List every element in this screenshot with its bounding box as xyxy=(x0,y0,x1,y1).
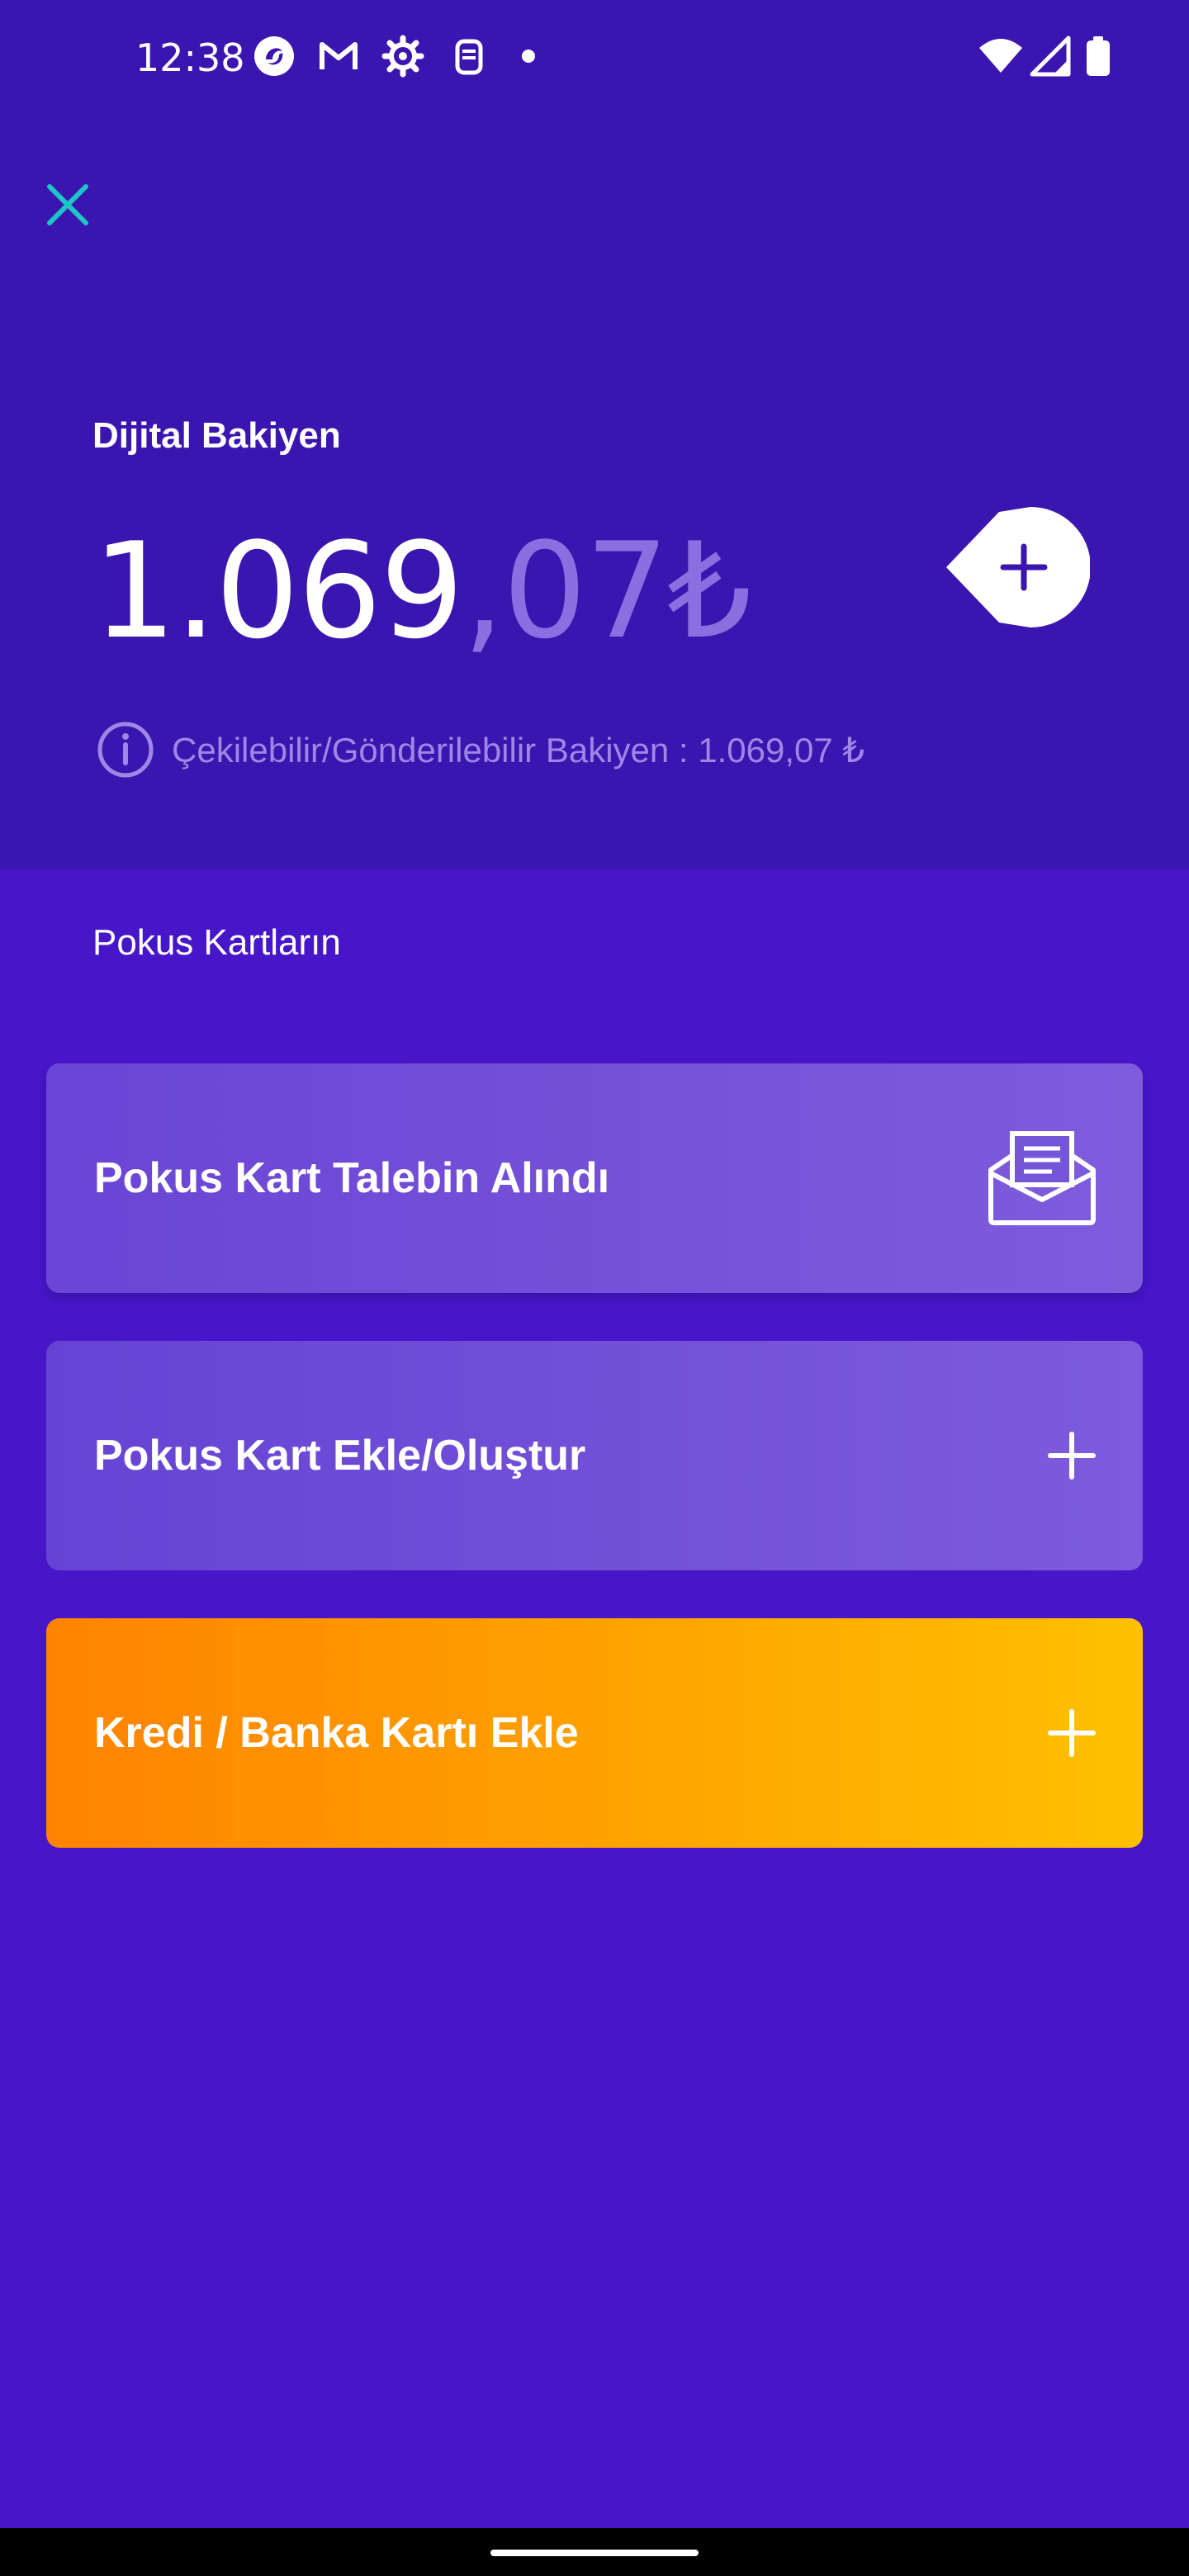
gmail-icon xyxy=(320,42,358,69)
plus-icon xyxy=(1048,1709,1096,1757)
status-time: 12:38 xyxy=(135,36,245,80)
info-icon xyxy=(97,722,154,778)
card-label: Kredi / Banka Kartı Ekle xyxy=(94,1709,579,1757)
wifi-icon xyxy=(979,39,1022,73)
cellular-signal-icon xyxy=(1030,36,1071,77)
battery-icon xyxy=(1087,36,1110,76)
add-create-pokus-card-button[interactable]: Pokus Kart Ekle/Oluştur xyxy=(46,1341,1143,1570)
home-indicator[interactable] xyxy=(490,2550,699,2556)
balance-decimal: ,07₺ xyxy=(462,514,751,668)
close-icon[interactable] xyxy=(38,175,97,234)
mail-open-icon xyxy=(988,1131,1096,1225)
card-label: Pokus Kart Ekle/Oluştur xyxy=(94,1432,586,1480)
add-credit-debit-card-button[interactable]: Kredi / Banka Kartı Ekle xyxy=(46,1618,1143,1848)
notification-dot xyxy=(522,50,535,63)
clipboard-icon xyxy=(455,39,483,75)
balance-integer: 1.069 xyxy=(92,514,464,668)
withdrawable-balance-info: Çekilebilir/Gönderilebilir Bakiyen : 1.0… xyxy=(96,720,865,779)
pokus-app-icon xyxy=(254,36,294,76)
plus-icon xyxy=(1048,1432,1096,1480)
status-bar: 12:38 xyxy=(0,0,1189,116)
settings-icon xyxy=(381,35,424,78)
balance-label: Dijital Bakiyen xyxy=(92,415,341,456)
pokus-card-request-received[interactable]: Pokus Kart Talebin Alındı xyxy=(46,1063,1143,1293)
withdrawable-balance-text: Çekilebilir/Gönderilebilir Bakiyen : 1.0… xyxy=(172,730,865,769)
card-label: Pokus Kart Talebin Alındı xyxy=(94,1154,610,1202)
add-balance-button[interactable] xyxy=(941,505,1090,629)
balance-amount: 1.069,07₺ xyxy=(92,514,751,668)
cards-section-title: Pokus Kartların xyxy=(92,922,341,963)
